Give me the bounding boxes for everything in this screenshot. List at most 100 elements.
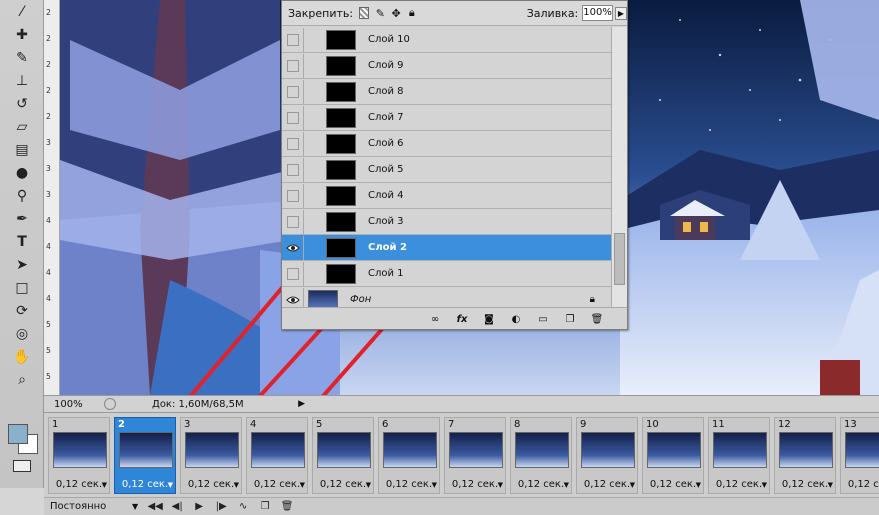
frame-delay-dropdown-icon[interactable]: ▼: [630, 481, 635, 489]
zoom-icon[interactable]: ⌕: [5, 369, 39, 391]
loop-option[interactable]: Постоянно: [50, 501, 132, 512]
layer-row[interactable]: Слой 2: [282, 235, 611, 261]
quick-mask-icon[interactable]: [13, 460, 31, 472]
frame-delay[interactable]: 0,12 сек.: [313, 479, 373, 490]
layer-row[interactable]: Слой 1: [282, 261, 611, 287]
frame-delay-dropdown-icon[interactable]: ▼: [366, 481, 371, 489]
dodge-icon[interactable]: ⚲: [5, 185, 39, 207]
tween-icon[interactable]: ∿: [232, 500, 254, 514]
prev-frame-icon[interactable]: ◀|: [166, 500, 188, 514]
lock-position-icon[interactable]: ✥: [391, 7, 401, 20]
type-icon[interactable]: T: [5, 231, 39, 253]
animation-frame[interactable]: 11 0,12 сек. ▼: [708, 417, 770, 494]
frame-delay[interactable]: 0,12 сек.: [577, 479, 637, 490]
animation-frame[interactable]: 10 0,12 сек. ▼: [642, 417, 704, 494]
zoom-level[interactable]: 100%: [54, 399, 102, 410]
scroll-thumb[interactable]: [614, 233, 625, 285]
animation-frame[interactable]: 9 0,12 сек. ▼: [576, 417, 638, 494]
visibility-toggle[interactable]: [282, 157, 304, 182]
frame-delay-dropdown-icon[interactable]: ▼: [300, 481, 305, 489]
path-select-icon[interactable]: ➤: [5, 254, 39, 276]
layer-row[interactable]: Слой 7: [282, 105, 611, 131]
frame-delay[interactable]: 0,12 сек.: [709, 479, 769, 490]
pen-icon[interactable]: ✒: [5, 208, 39, 230]
frame-delay-dropdown-icon[interactable]: ▼: [564, 481, 569, 489]
frame-delay-dropdown-icon[interactable]: ▼: [234, 481, 239, 489]
first-frame-icon[interactable]: ◀◀: [144, 500, 166, 514]
frame-delay-dropdown-icon[interactable]: ▼: [432, 481, 437, 489]
mask-icon[interactable]: ◙: [482, 312, 496, 326]
status-menu-icon[interactable]: [104, 398, 116, 410]
frame-delay[interactable]: 0,12 сек.: [247, 479, 307, 490]
duplicate-frame-icon[interactable]: ❐: [254, 500, 276, 514]
lock-all-icon[interactable]: 🔒︎: [407, 6, 417, 19]
brush-icon[interactable]: ✎: [5, 47, 39, 69]
fill-arrow-icon[interactable]: ▶: [614, 6, 628, 20]
frame-delay-dropdown-icon[interactable]: ▼: [102, 481, 107, 489]
animation-frame[interactable]: 3 0,12 сек. ▼: [180, 417, 242, 494]
frame-delay-dropdown-icon[interactable]: ▼: [696, 481, 701, 489]
blur-icon[interactable]: ●: [5, 162, 39, 184]
frame-delay[interactable]: 0,12 сек.: [181, 479, 241, 490]
next-frame-icon[interactable]: |▶: [210, 500, 232, 514]
eyedropper-icon[interactable]: ⁄: [5, 1, 39, 23]
visibility-toggle[interactable]: [282, 131, 304, 156]
gradient-icon[interactable]: ▤: [5, 139, 39, 161]
layer-row[interactable]: Слой 4: [282, 183, 611, 209]
animation-frame[interactable]: 130,12 сек.▼: [840, 417, 879, 494]
visibility-toggle[interactable]: [282, 105, 304, 130]
3d-rotate-icon[interactable]: ⟳: [5, 300, 39, 322]
status-arrow-icon[interactable]: ▶: [298, 399, 305, 409]
loop-dropdown-icon[interactable]: ▼: [132, 502, 138, 511]
visibility-toggle[interactable]: [282, 27, 304, 52]
frame-delay-dropdown-icon[interactable]: ▼: [498, 481, 503, 489]
visibility-toggle[interactable]: [282, 183, 304, 208]
fill-input[interactable]: 100%: [582, 5, 613, 21]
animation-frame[interactable]: 6 0,12 сек. ▼: [378, 417, 440, 494]
layer-row[interactable]: Слой 5: [282, 157, 611, 183]
layer-row[interactable]: Слой 8: [282, 79, 611, 105]
group-folder-icon[interactable]: ▭: [536, 312, 550, 326]
animation-frame[interactable]: 12 0,12 сек. ▼: [774, 417, 836, 494]
frame-delay[interactable]: 0,12 сек.: [379, 479, 439, 490]
history-brush-icon[interactable]: ↺: [5, 93, 39, 115]
frame-delay[interactable]: 0,12 сек.: [49, 479, 109, 490]
foreground-color-swatch[interactable]: [8, 424, 28, 444]
visibility-toggle[interactable]: [282, 209, 304, 234]
healing-brush-icon[interactable]: ✚: [5, 24, 39, 46]
new-layer-icon[interactable]: ❐: [563, 312, 577, 326]
visibility-toggle[interactable]: [282, 53, 304, 78]
lock-pixels-icon[interactable]: ✎: [375, 7, 385, 20]
layer-row[interactable]: Слой 6: [282, 131, 611, 157]
play-icon[interactable]: ▶: [188, 500, 210, 514]
frame-delay[interactable]: 0,12 сек.: [643, 479, 703, 490]
fx-icon[interactable]: fx: [455, 312, 469, 326]
visibility-toggle[interactable]: [282, 261, 304, 286]
trash-icon[interactable]: 🗑︎: [590, 312, 604, 326]
frame-delay[interactable]: 0,12 сек.: [445, 479, 505, 490]
frame-delay[interactable]: 0,12 сек.: [775, 479, 835, 490]
frame-delay[interactable]: 0,12 сек.: [511, 479, 571, 490]
animation-frame[interactable]: 2 0,12 сек. ▼: [114, 417, 176, 494]
layer-row[interactable]: Слой 3: [282, 209, 611, 235]
clone-stamp-icon[interactable]: ⊥: [5, 70, 39, 92]
layers-scrollbar[interactable]: [611, 27, 627, 309]
rectangle-shape-icon[interactable]: □: [5, 277, 39, 299]
animation-frame[interactable]: 1 0,12 сек. ▼: [48, 417, 110, 494]
hand-icon[interactable]: ✋: [5, 346, 39, 368]
3d-orbit-icon[interactable]: ◎: [5, 323, 39, 345]
delete-frame-icon[interactable]: 🗑︎: [276, 500, 298, 514]
visibility-toggle[interactable]: [282, 79, 304, 104]
layer-row[interactable]: Слой 10: [282, 27, 611, 53]
link-icon[interactable]: ∞: [428, 312, 442, 326]
frame-delay[interactable]: 0,12 сек.: [841, 479, 879, 490]
frame-delay-dropdown-icon[interactable]: ▼: [168, 481, 173, 489]
animation-frame[interactable]: 4 0,12 сек. ▼: [246, 417, 308, 494]
frame-delay-dropdown-icon[interactable]: ▼: [828, 481, 833, 489]
layer-row[interactable]: Слой 9: [282, 53, 611, 79]
adjustment-icon[interactable]: ◐: [509, 312, 523, 326]
eye-visibility-icon[interactable]: [282, 235, 304, 260]
frame-delay-dropdown-icon[interactable]: ▼: [762, 481, 767, 489]
frame-delay[interactable]: 0,12 сек.: [115, 479, 175, 490]
animation-frame[interactable]: 5 0,12 сек. ▼: [312, 417, 374, 494]
